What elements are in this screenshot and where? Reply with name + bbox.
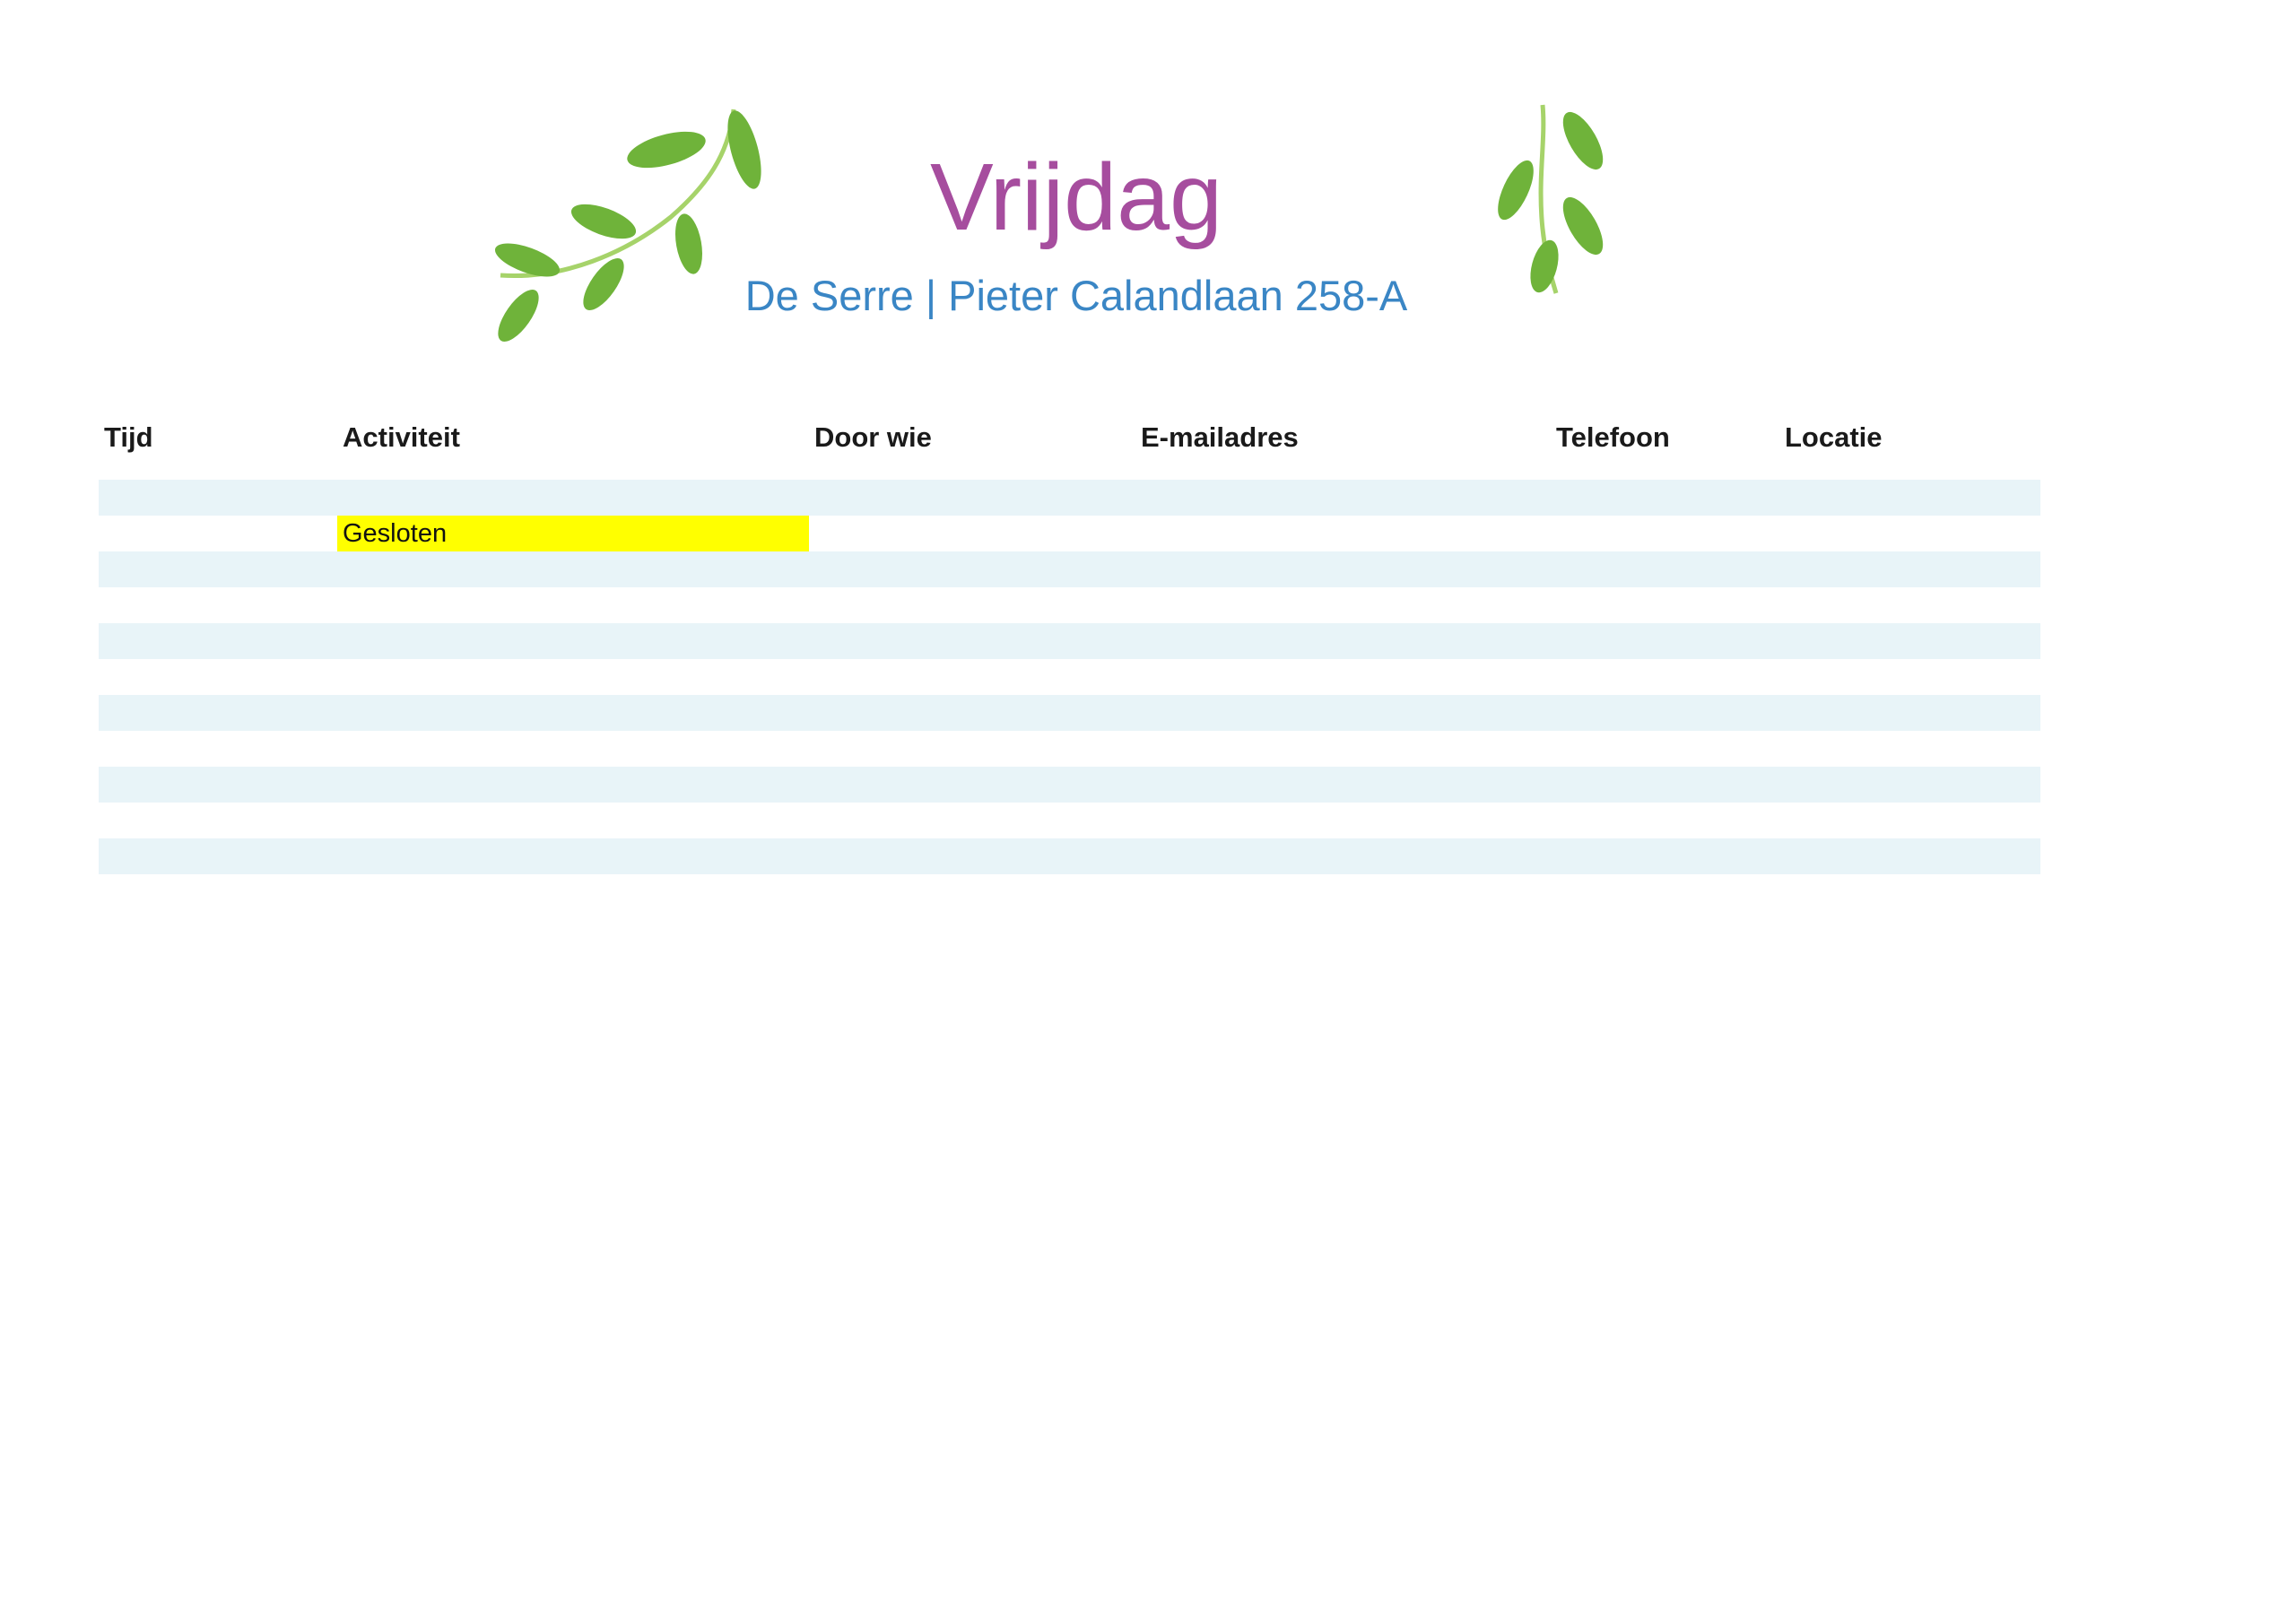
- table-row: [99, 587, 2040, 623]
- leaf-branch-icon: [1498, 104, 1604, 294]
- table-body: Gesloten: [99, 480, 2040, 874]
- column-header-tijd: Tijd: [104, 421, 153, 453]
- page: Vrijdag De Serre | Pieter Calandlaan 258…: [0, 0, 2296, 1623]
- table-row: [99, 659, 2040, 695]
- activity-cell: [337, 731, 809, 767]
- activity-cell: [337, 767, 809, 803]
- table-header: Tijd Activiteit Door wie E-mailadres Tel…: [99, 412, 2040, 466]
- table-row: [99, 803, 2040, 838]
- activity-cell: Gesloten: [337, 516, 809, 551]
- column-header-door-wie: Door wie: [814, 421, 932, 453]
- activity-cell: [337, 551, 809, 587]
- page-subtitle: De Serre | Pieter Calandlaan 258-A: [744, 272, 1408, 319]
- table-row: [99, 623, 2040, 659]
- table-row: [99, 551, 2040, 587]
- activity-cell: [337, 659, 809, 695]
- table-row: Gesloten: [99, 516, 2040, 551]
- table-row: [99, 767, 2040, 803]
- column-header-telefoon: Telefoon: [1556, 421, 1670, 453]
- column-header-activiteit: Activiteit: [343, 421, 460, 453]
- activity-cell: [337, 587, 809, 623]
- table-row: [99, 838, 2040, 874]
- schedule-table: Tijd Activiteit Door wie E-mailadres Tel…: [99, 412, 2040, 874]
- activity-cell: [337, 803, 809, 838]
- table-row: [99, 480, 2040, 516]
- activity-cell: [337, 623, 809, 659]
- activity-cell: [337, 480, 809, 516]
- column-header-e-mailadres: E-mailadres: [1141, 421, 1299, 453]
- page-title: Vrijdag: [929, 144, 1223, 250]
- activity-cell: [337, 838, 809, 874]
- column-header-locatie: Locatie: [1785, 421, 1883, 453]
- table-row: [99, 731, 2040, 767]
- activity-cell: [337, 695, 809, 731]
- table-row: [99, 695, 2040, 731]
